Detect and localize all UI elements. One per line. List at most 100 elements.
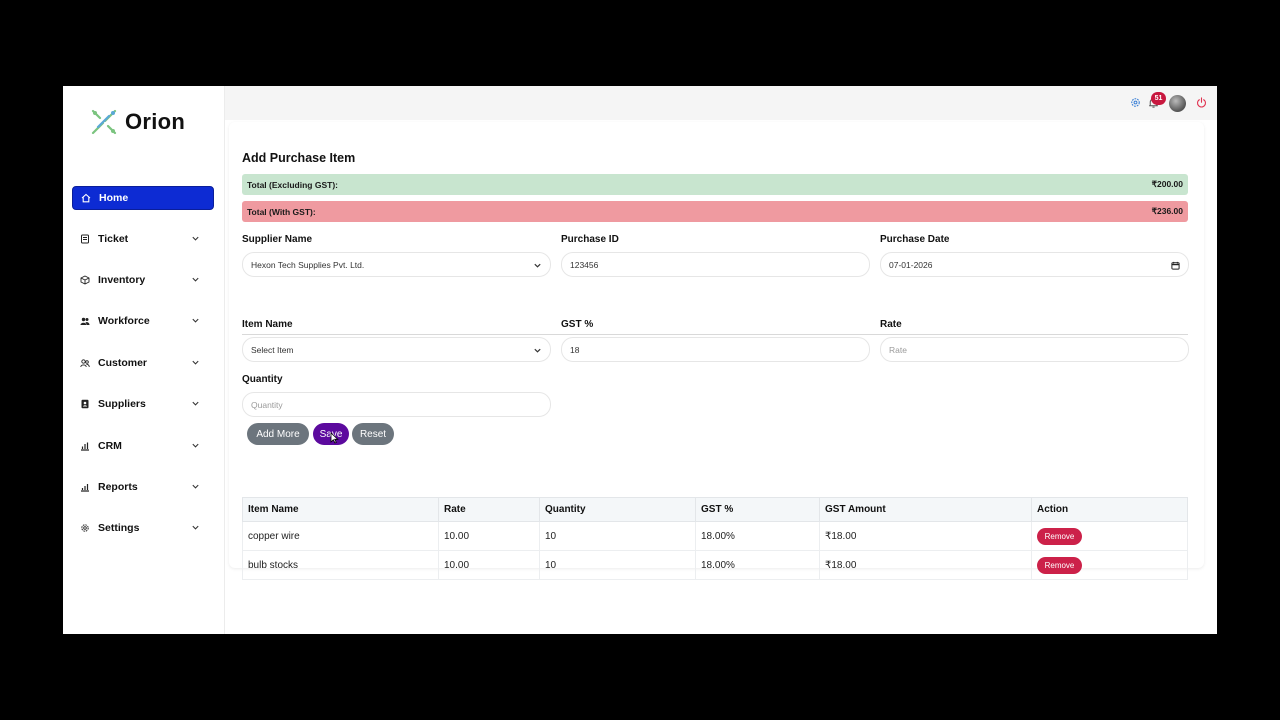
sidebar-item-label: CRM — [98, 440, 122, 452]
reports-icon — [80, 482, 90, 492]
table-row: bulb stocks 10.00 10 18.00% ₹18.00 Remov… — [242, 550, 1188, 580]
gst-amount-cell: ₹18.00 — [819, 521, 1032, 551]
sidebar-item-label: Suppliers — [98, 398, 146, 410]
chevron-down-icon — [534, 348, 541, 353]
quantity-cell: 10 — [539, 550, 696, 580]
mouse-cursor-icon — [330, 432, 339, 444]
purchase-id-field[interactable]: 123456 — [561, 252, 870, 277]
sidebar-item-label: Customer — [98, 357, 148, 369]
sidebar-item-home[interactable]: Home — [72, 186, 214, 210]
item-name-label: Item Name — [242, 319, 293, 330]
quantity-cell: 10 — [539, 521, 696, 551]
total-with-gst-bar: Total (With GST): ₹236.00 — [242, 201, 1188, 222]
suppliers-icon — [80, 399, 90, 409]
item-name-select[interactable]: Select Item — [242, 337, 551, 362]
remove-button[interactable]: Remove — [1037, 556, 1082, 574]
calendar-icon[interactable] — [1171, 261, 1180, 270]
chevron-down-icon — [192, 525, 199, 530]
chevron-down-icon — [192, 318, 199, 323]
supplier-select[interactable]: Hexon Tech Supplies Pvt. Ltd. — [242, 252, 551, 277]
sidebar-item-workforce[interactable]: Workforce — [72, 309, 214, 333]
sidebar-item-suppliers[interactable]: Suppliers — [72, 392, 214, 416]
purchase-id-label: Purchase ID — [561, 234, 619, 245]
item-name-cell: bulb stocks — [242, 550, 439, 580]
top-bar — [225, 86, 1217, 120]
column-header: Rate — [438, 497, 540, 522]
quantity-placeholder: Quantity — [251, 399, 283, 410]
chevron-down-icon — [192, 277, 199, 282]
sidebar-item-label: Settings — [98, 522, 140, 534]
column-header: Item Name — [242, 497, 439, 522]
sidebar-item-reports[interactable]: Reports — [72, 475, 214, 499]
rate-label: Rate — [880, 319, 902, 330]
chevron-down-icon — [192, 443, 199, 448]
brand-logo[interactable]: Orion — [89, 106, 185, 138]
bar-chart-icon — [80, 441, 90, 451]
purchase-date-field[interactable]: 07-01-2026 — [880, 252, 1189, 277]
add-more-button[interactable]: Add More — [247, 423, 309, 445]
total-excluding-gst-label: Total (Excluding GST): — [247, 179, 338, 190]
sidebar-item-inventory[interactable]: Inventory — [72, 268, 214, 292]
table-row: copper wire 10.00 10 18.00% ₹18.00 Remov… — [242, 521, 1188, 551]
action-cell: Remove — [1031, 550, 1188, 580]
gst-cell: 18.00% — [695, 550, 820, 580]
users-icon — [80, 316, 90, 326]
chevron-down-icon — [192, 236, 199, 241]
notification-badge: 51 — [1151, 92, 1166, 105]
settings-gear-icon[interactable] — [1130, 97, 1141, 108]
rate-cell: 10.00 — [438, 521, 540, 551]
orion-logo-icon — [91, 109, 117, 135]
sidebar-item-customer[interactable]: Customer — [72, 351, 214, 375]
sidebar-item-label: Inventory — [98, 274, 146, 286]
gst-cell: 18.00% — [695, 521, 820, 551]
reset-button[interactable]: Reset — [352, 423, 394, 445]
supplier-name-label: Supplier Name — [242, 234, 313, 245]
total-excluding-gst-bar: Total (Excluding GST): ₹200.00 — [242, 174, 1188, 195]
sidebar-item-settings[interactable]: Settings — [72, 516, 214, 540]
sidebar-item-label: Workforce — [98, 315, 150, 327]
sidebar-item-label: Home — [99, 192, 129, 204]
chevron-down-icon — [192, 360, 199, 365]
quantity-label: Quantity — [242, 374, 283, 385]
purchase-id-value: 123456 — [570, 259, 599, 270]
remove-button[interactable]: Remove — [1037, 527, 1082, 545]
purchase-date-value: 07-01-2026 — [889, 259, 933, 270]
action-cell: Remove — [1031, 521, 1188, 551]
sidebar-item-label: Reports — [98, 481, 138, 493]
page-title: Add Purchase Item — [242, 151, 356, 165]
sidebar-item-crm[interactable]: CRM — [72, 434, 214, 458]
ticket-icon — [80, 234, 90, 244]
supplier-select-value: Hexon Tech Supplies Pvt. Ltd. — [251, 259, 365, 270]
total-excluding-gst-value: ₹200.00 — [1151, 179, 1183, 189]
avatar[interactable] — [1169, 95, 1186, 112]
item-name-cell: copper wire — [242, 521, 439, 551]
purchase-date-label: Purchase Date — [880, 234, 950, 245]
box-icon — [80, 275, 90, 285]
chevron-down-icon — [192, 401, 199, 406]
table-header-row: Item Name Rate Quantity GST % GST Amount… — [242, 497, 1188, 522]
total-with-gst-label: Total (With GST): — [247, 206, 316, 217]
gst-percent-field[interactable]: 18 — [561, 337, 870, 362]
total-with-gst-value: ₹236.00 — [1151, 206, 1183, 216]
customer-icon — [80, 358, 90, 368]
gst-percent-label: GST % — [561, 319, 594, 330]
rate-field[interactable]: Rate — [880, 337, 1189, 362]
sidebar-item-ticket[interactable]: Ticket — [72, 227, 214, 251]
item-name-select-value: Select Item — [251, 344, 294, 355]
home-icon — [81, 193, 91, 203]
chevron-down-icon — [534, 263, 541, 268]
app-window: Orion Home Ticket Inventory Workforce Cu… — [63, 86, 1217, 634]
rate-placeholder: Rate — [889, 344, 907, 355]
sidebar: Orion Home Ticket Inventory Workforce Cu… — [63, 86, 225, 634]
power-icon[interactable] — [1196, 97, 1207, 108]
rate-cell: 10.00 — [438, 550, 540, 580]
column-header: GST % — [695, 497, 820, 522]
column-header: Action — [1031, 497, 1188, 522]
quantity-field[interactable]: Quantity — [242, 392, 551, 417]
section-divider — [242, 334, 1188, 335]
gst-percent-value: 18 — [570, 344, 580, 355]
column-header: GST Amount — [819, 497, 1032, 522]
purchase-items-table: Item Name Rate Quantity GST % GST Amount… — [242, 497, 1188, 580]
chevron-down-icon — [192, 484, 199, 489]
gst-amount-cell: ₹18.00 — [819, 550, 1032, 580]
